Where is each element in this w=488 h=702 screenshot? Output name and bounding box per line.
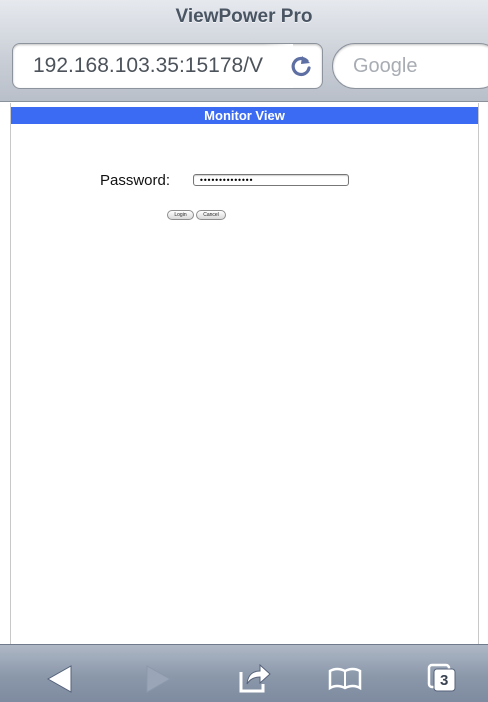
address-bar[interactable]: 192.168.103.35:15178/V	[12, 43, 323, 89]
page-edge-right	[478, 103, 479, 644]
web-content: Monitor View Password: •••••••••••••• Lo…	[11, 103, 478, 644]
browser-toolbar: 3	[0, 644, 488, 702]
browser-top-bar: ViewPower Pro 192.168.103.35:15178/V Goo…	[0, 0, 488, 102]
monitor-view-header: Monitor View	[11, 107, 478, 124]
back-arrow-icon[interactable]	[47, 665, 73, 693]
share-icon[interactable]	[238, 662, 272, 694]
page-title: ViewPower Pro	[175, 6, 313, 27]
tab-count: 3	[440, 672, 449, 689]
search-placeholder: Google	[353, 55, 418, 77]
cancel-button[interactable]: Cancel	[196, 210, 226, 220]
url-text[interactable]: 192.168.103.35:15178/V	[33, 54, 288, 78]
search-field[interactable]: Google	[332, 43, 488, 89]
forward-arrow-icon	[146, 665, 171, 693]
password-label: Password:	[100, 172, 171, 189]
tabs-icon[interactable]: 3	[427, 663, 457, 693]
password-input[interactable]: ••••••••••••••	[193, 174, 349, 186]
bookmarks-icon[interactable]	[328, 667, 362, 691]
reload-icon[interactable]	[288, 54, 314, 80]
login-button[interactable]: Login	[167, 210, 194, 220]
